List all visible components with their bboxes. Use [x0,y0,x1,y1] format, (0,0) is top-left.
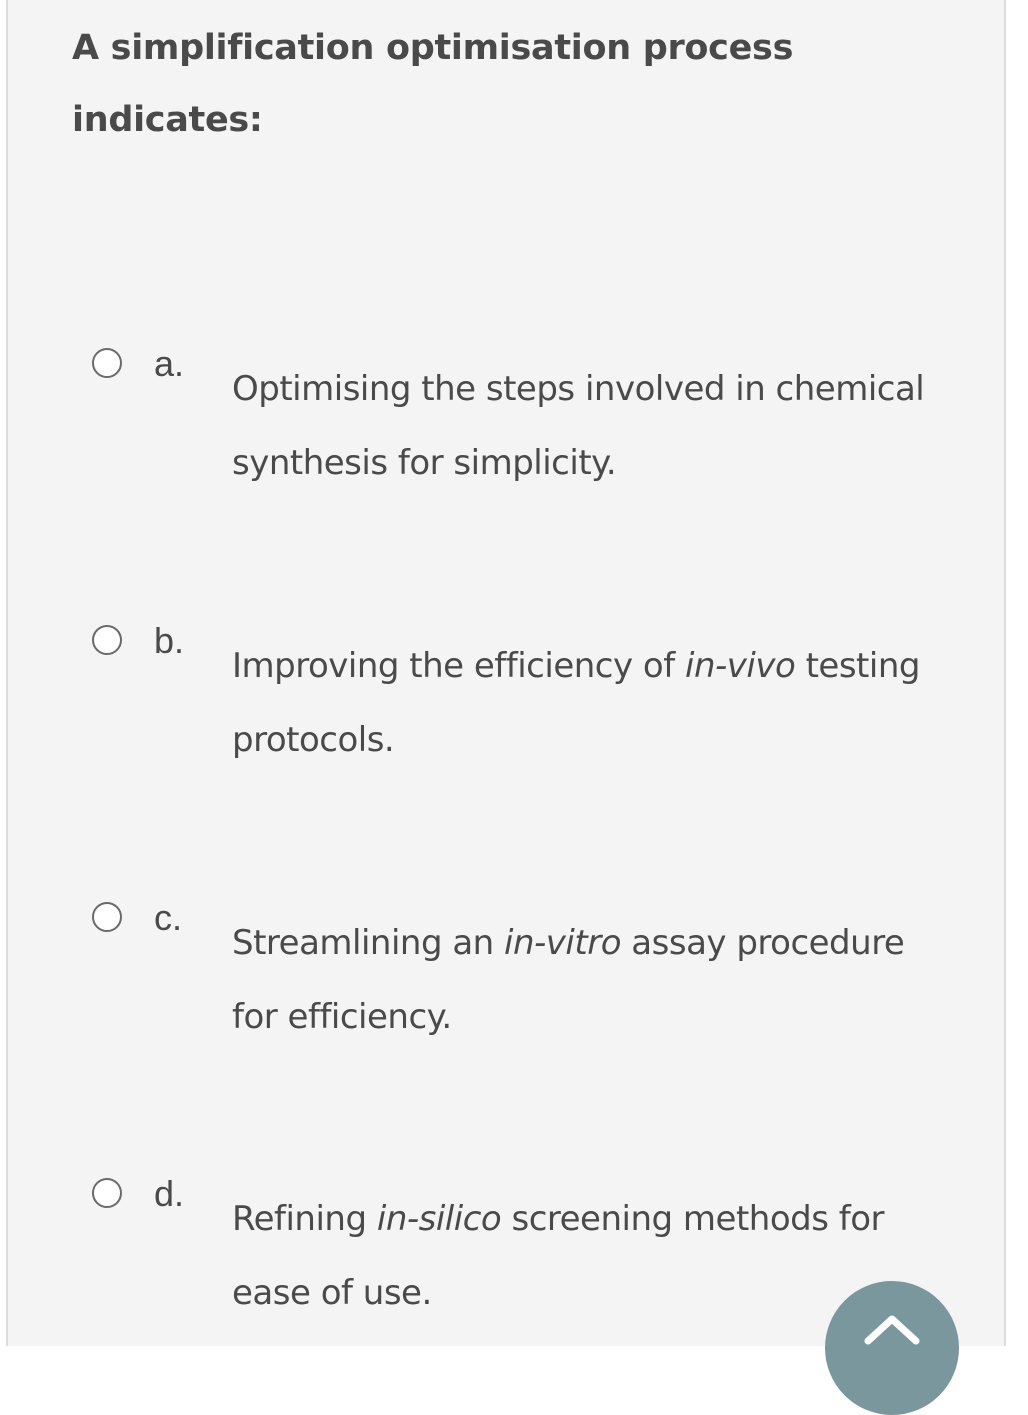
option-text: Refining in-silico screening methods for… [232,1182,932,1330]
radio-button[interactable] [92,1178,122,1208]
option-text: Streamlining an in-vitro assay procedure… [232,906,932,1054]
option-text: Optimising the steps involved in chemica… [232,352,932,500]
scroll-to-top-button[interactable] [825,1281,959,1415]
radio-button[interactable] [92,902,122,932]
option-letter: a. [154,343,185,384]
option-text-segment: Refining [232,1199,377,1239]
option-text-italic: in-vivo [685,646,796,686]
option-text: Improving the efficiency of in-vivo test… [232,629,932,777]
option-text-segment: Streamlining an [232,923,505,963]
option-letter: c. [154,897,183,938]
question-text: A simplification optimisation process in… [72,28,794,140]
radio-button[interactable] [92,348,122,378]
option-letter: b. [154,620,185,661]
option-text-segment: Improving the efficiency of [232,646,685,686]
option-text-italic: in-silico [376,1199,502,1239]
option-text-segment: Optimising the steps involved in chemica… [232,369,925,483]
chevron-up-icon [864,1315,920,1345]
radio-button[interactable] [92,625,122,655]
question-panel: A simplification optimisation process in… [6,0,1006,1346]
option-text-italic: in-vitro [504,923,621,963]
option-letter: d. [154,1173,185,1214]
